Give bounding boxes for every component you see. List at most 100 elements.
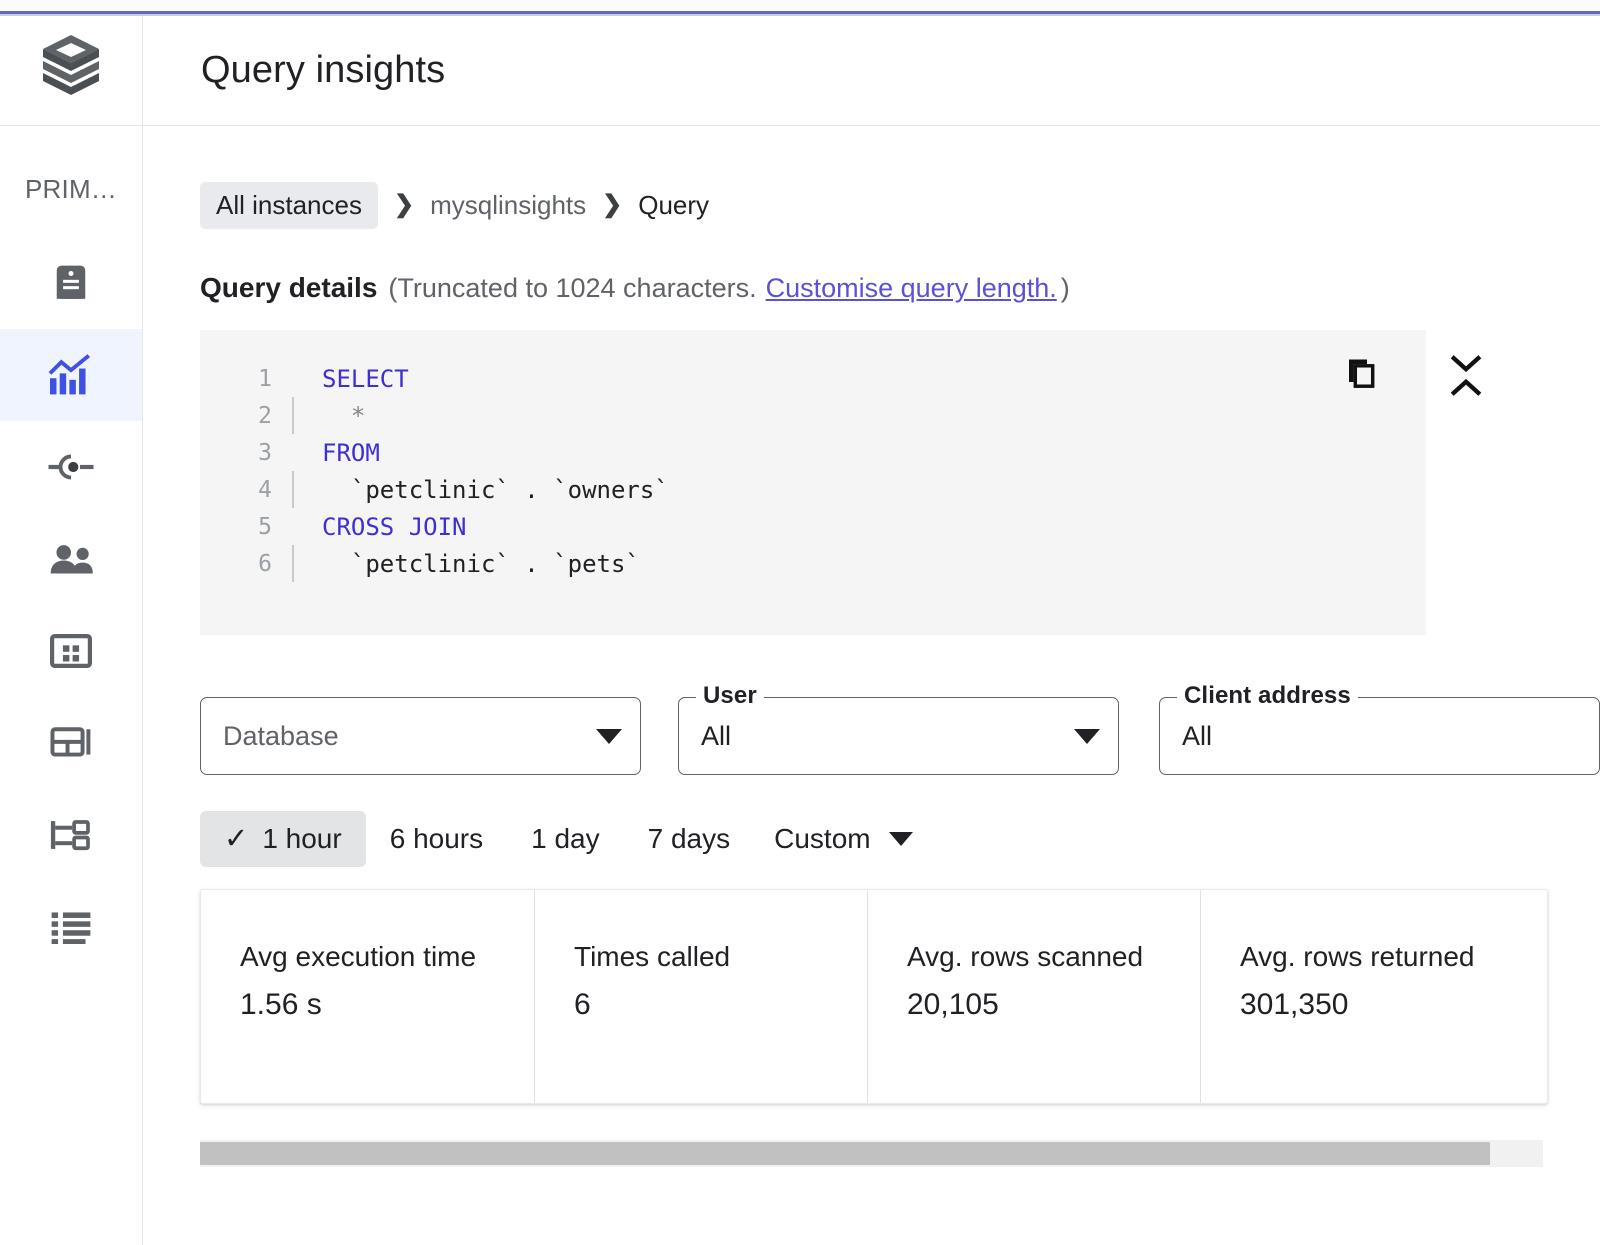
customise-query-length-link[interactable]: Customise query length. <box>766 273 1057 304</box>
backups-icon <box>50 724 92 762</box>
metric-cell: Avg. rows returned 301,350 <box>1200 890 1533 1103</box>
metric-cell: Avg execution time 1.56 s <box>201 890 534 1103</box>
chevron-down-icon <box>1074 728 1100 744</box>
chevron-down-icon <box>888 832 913 846</box>
code-indent-guide <box>292 508 294 545</box>
code-indent-guide <box>292 434 294 471</box>
code-indent-guide <box>292 545 294 582</box>
copy-icon <box>1343 355 1379 396</box>
databases-grid-icon <box>50 634 92 668</box>
filter-row: Database User All Client address All <box>200 682 1600 775</box>
sidebar-item-databases[interactable] <box>0 605 142 697</box>
time-range-option-label: 1 hour <box>262 823 342 854</box>
time-range-selector: ✓ 1 hour 6 hours 1 day 7 days Custom <box>200 811 1600 867</box>
code-line-number: 1 <box>258 365 272 392</box>
horizontal-scrollbar[interactable] <box>200 1140 1543 1167</box>
cloud-sql-stack-logo-icon <box>39 33 103 108</box>
time-range-option-label: 1 day <box>531 823 600 854</box>
code-token: `petclinic` . `owners` <box>322 475 669 504</box>
user-select-value: All <box>701 720 732 751</box>
sidebar-item-users[interactable] <box>0 513 142 605</box>
breadcrumb-item-query: Query <box>638 189 710 220</box>
main-content: Query insights All instances ❯ mysqlinsi… <box>143 16 1600 1245</box>
sidebar-item-backups[interactable] <box>0 697 142 789</box>
query-insights-page: PRIM… Query insights All instances ❯ mys… <box>0 0 1600 1245</box>
database-select[interactable]: Database <box>200 697 641 775</box>
window-top-strip <box>0 0 1600 11</box>
page-title: Query insights <box>201 49 446 91</box>
code-indent-guide <box>292 397 294 434</box>
code-line: 1 SELECT <box>200 360 1426 397</box>
code-line-list: 1 SELECT 2 * 3 FROM 4 `petclinic` . `owners` 5… <box>200 360 1426 582</box>
chevron-down-icon <box>1449 354 1483 377</box>
left-nav-rail: PRIM… <box>0 16 143 1245</box>
chevron-up-icon <box>1449 378 1483 402</box>
time-range-option-label: 7 days <box>647 823 731 854</box>
product-logo[interactable] <box>0 16 142 126</box>
time-range-option-6-hours[interactable]: 6 hours <box>366 811 507 867</box>
sidebar-item-query-insights[interactable] <box>0 329 142 421</box>
query-details-title: Query details <box>200 272 378 303</box>
code-line-number: 6 <box>258 550 272 577</box>
time-range-custom-label: Custom <box>774 823 871 854</box>
code-line: 6 `petclinic` . `pets` <box>200 545 1426 582</box>
page-header: Query insights <box>143 16 1600 126</box>
client-address-select-value: All <box>1182 720 1213 751</box>
code-token: `petclinic` . `pets` <box>322 549 640 578</box>
sidebar-item-overview[interactable] <box>0 237 142 329</box>
sidebar-item-operations[interactable] <box>0 881 142 973</box>
overview-database-icon <box>52 262 90 304</box>
code-line: 3 FROM <box>200 434 1426 471</box>
truncation-note-close: ) <box>1060 273 1070 303</box>
client-address-select[interactable]: Client address All <box>1159 682 1600 775</box>
replicas-branch-icon <box>49 818 93 852</box>
code-indent-guide <box>292 360 294 397</box>
connections-icon <box>47 452 95 482</box>
client-address-select-label: Client address <box>1177 682 1358 710</box>
time-range-option-label: 6 hours <box>389 823 484 854</box>
horizontal-scrollbar-thumb[interactable] <box>200 1142 1490 1165</box>
metric-cell: Avg. rows scanned 20,105 <box>867 890 1200 1103</box>
collapse-query-button[interactable] <box>1443 352 1489 404</box>
code-line: 5 CROSS JOIN <box>200 508 1426 545</box>
metric-label: Times called <box>574 941 731 972</box>
code-line-number: 3 <box>258 439 272 466</box>
query-metrics-card: Avg execution time 1.56 s Times called 6 Avg… <box>200 889 1548 1104</box>
breadcrumb-separator-icon: ❯ <box>602 191 623 218</box>
metric-value: 6 <box>574 988 591 1022</box>
breadcrumb-item-instance[interactable]: mysqlinsights <box>430 190 586 221</box>
query-details-heading: Query details (Truncated to 1024 charact… <box>200 272 1600 304</box>
code-line-number: 2 <box>258 402 272 429</box>
code-token: FROM <box>322 438 380 467</box>
breadcrumb-item-all-instances[interactable]: All instances <box>200 181 378 229</box>
rail-item-list <box>0 237 142 973</box>
sidebar-item-connections[interactable] <box>0 421 142 513</box>
code-indent-guide <box>292 471 294 508</box>
time-range-option-7-days[interactable]: 7 days <box>624 811 755 867</box>
code-token: CROSS JOIN <box>322 512 467 541</box>
metric-value: 20,105 <box>907 988 999 1022</box>
code-line-number: 5 <box>258 513 272 540</box>
metric-label: Avg execution time <box>240 941 477 972</box>
users-icon <box>47 543 95 575</box>
database-select-value: Database <box>223 720 339 751</box>
query-code-container: 1 SELECT 2 * 3 FROM 4 `petclinic` . `owners` 5… <box>200 330 1482 635</box>
user-select-label: User <box>696 682 764 710</box>
query-code-block[interactable]: 1 SELECT 2 * 3 FROM 4 `petclinic` . `owners` 5… <box>200 330 1426 635</box>
code-line-number: 4 <box>258 476 272 503</box>
chevron-down-icon <box>596 728 622 744</box>
time-range-custom-dropdown[interactable]: Custom <box>754 811 932 867</box>
user-select[interactable]: User All <box>678 682 1119 775</box>
breadcrumb: All instances ❯ mysqlinsights ❯ Query <box>200 181 1600 229</box>
query-insights-chart-icon <box>48 354 94 396</box>
rail-section-label: PRIM… <box>25 174 117 204</box>
sidebar-item-replicas[interactable] <box>0 789 142 881</box>
metric-value: 1.56 s <box>240 988 322 1022</box>
breadcrumb-separator-icon: ❯ <box>393 191 415 218</box>
metric-label: Avg. rows returned <box>1240 941 1475 972</box>
copy-query-button[interactable] <box>1339 353 1383 397</box>
time-range-option-1-hour[interactable]: ✓ 1 hour <box>200 811 366 867</box>
check-icon: ✓ <box>224 822 249 855</box>
time-range-option-1-day[interactable]: 1 day <box>507 811 624 867</box>
code-line: 2 * <box>200 397 1426 434</box>
